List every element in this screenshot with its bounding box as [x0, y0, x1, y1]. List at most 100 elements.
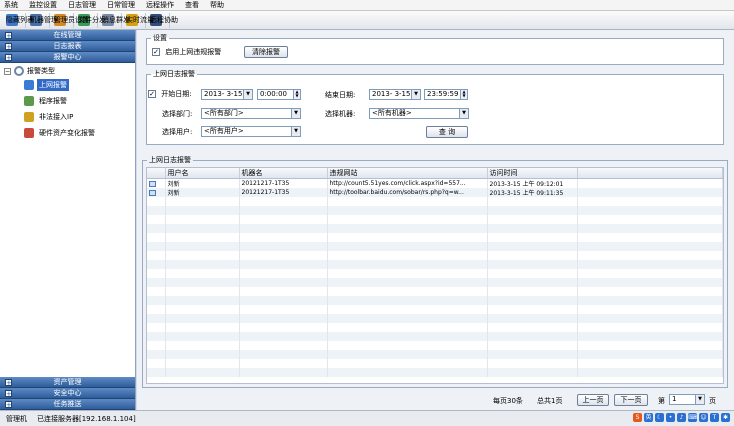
- tools-icon[interactable]: ✱: [721, 413, 730, 422]
- collapse-icon[interactable]: −: [4, 67, 11, 75]
- end-date-picker[interactable]: 2013- 3-15 ▼: [369, 89, 421, 100]
- table-row[interactable]: [147, 278, 723, 287]
- table-row[interactable]: [147, 242, 723, 251]
- table-row[interactable]: [147, 368, 723, 377]
- toolbar-button[interactable]: 机器管理: [28, 12, 58, 28]
- user-icon[interactable]: ☺: [699, 413, 708, 422]
- sidebar-section[interactable]: + 任务推送: [0, 399, 135, 410]
- toolbar-button[interactable]: 消息群发: [100, 12, 130, 28]
- tree-root[interactable]: − 报警类型: [4, 65, 135, 77]
- sidebar-section[interactable]: + 在线管理: [0, 30, 135, 41]
- tree-item[interactable]: 硬件资产变化报警: [4, 125, 135, 141]
- menu-item[interactable]: 监控设置: [29, 0, 57, 10]
- dept-label: 选择部门:: [162, 110, 193, 118]
- menu-item[interactable]: 日志管理: [68, 0, 96, 10]
- sidebar: + 在线管理 + 日志报表 + 报警中心 − 报警类型 上网报警 程序报警 非法接入IP 硬件资…: [0, 30, 136, 410]
- toolbar-button[interactable]: 远程协助: [148, 12, 178, 28]
- table-row[interactable]: [147, 359, 723, 368]
- table-row[interactable]: [147, 224, 723, 233]
- empty-cell: [327, 314, 488, 323]
- prev-page-button[interactable]: 上一页: [577, 394, 609, 406]
- ime-logo-icon[interactable]: S: [633, 413, 642, 422]
- sidebar-section[interactable]: + 资产管理: [0, 377, 135, 388]
- expand-icon[interactable]: +: [5, 390, 12, 398]
- expand-icon[interactable]: +: [5, 401, 12, 409]
- spinner-icon[interactable]: ▲ ▼: [460, 90, 467, 99]
- table-row[interactable]: 刘新 20121217-1T35 http://count5.51yes.com/c…: [147, 178, 723, 188]
- ime-mode-label[interactable]: 英: [644, 413, 653, 422]
- sidebar-section[interactable]: + 日志报表: [0, 41, 135, 52]
- expand-icon[interactable]: +: [5, 379, 12, 387]
- tree-item[interactable]: 上网报警: [4, 77, 135, 93]
- table-row[interactable]: [147, 269, 723, 278]
- tree-item[interactable]: 非法接入IP: [4, 109, 135, 125]
- empty-cell: [327, 197, 488, 206]
- start-date-picker[interactable]: 2013- 3-15 ▼: [201, 89, 253, 100]
- column-header[interactable]: 违规网站: [327, 168, 488, 179]
- menu-item[interactable]: 帮助: [210, 0, 224, 10]
- column-header[interactable]: 用户名: [165, 168, 240, 179]
- empty-cell: [487, 233, 578, 242]
- clear-alarm-button[interactable]: 清除报警: [244, 46, 288, 58]
- table-row[interactable]: [147, 260, 723, 269]
- shirt-icon[interactable]: T: [710, 413, 719, 422]
- table-row[interactable]: [147, 206, 723, 215]
- column-header[interactable]: [147, 168, 166, 179]
- expand-icon[interactable]: +: [5, 43, 12, 51]
- menu-item[interactable]: 日常管理: [107, 0, 135, 10]
- sidebar-section-label: 任务推送: [53, 400, 82, 408]
- enable-alarm-checkbox[interactable]: ✓: [152, 48, 160, 56]
- next-page-button[interactable]: 下一页: [614, 394, 648, 406]
- spinner-icon[interactable]: ▲ ▼: [293, 90, 300, 99]
- empty-cell: [165, 350, 240, 359]
- start-date-row[interactable]: ✓ 开始日期:: [148, 89, 192, 99]
- table-row[interactable]: [147, 215, 723, 224]
- toolbar-button[interactable]: 实时流量: [124, 12, 154, 28]
- tree-item[interactable]: 程序报警: [4, 93, 135, 109]
- column-header[interactable]: 访问时间: [487, 168, 578, 179]
- dept-select[interactable]: <所有部门> ▼: [201, 108, 301, 119]
- table-row[interactable]: [147, 197, 723, 206]
- machine-select[interactable]: <所有机器> ▼: [369, 108, 469, 119]
- menu-item[interactable]: 查看: [185, 0, 199, 10]
- column-header[interactable]: 机器名: [239, 168, 328, 179]
- toolbar-button[interactable]: 管理员设置: [52, 12, 89, 28]
- dropdown-arrow-icon[interactable]: ▼: [411, 90, 420, 99]
- cell-time: 2013-3-15 上午 09:11:35: [487, 188, 578, 197]
- toolbar-button[interactable]: 文件分发: [76, 12, 106, 28]
- table-row[interactable]: [147, 341, 723, 350]
- table-row[interactable]: [147, 314, 723, 323]
- end-time-input[interactable]: 23:59:59 ▲ ▼: [424, 89, 468, 100]
- user-select[interactable]: <所有用户> ▼: [201, 126, 301, 137]
- table-row[interactable]: [147, 305, 723, 314]
- table-row[interactable]: 刘新 20121217-1T35 http://toolbar.baidu.com/…: [147, 188, 723, 197]
- page-select[interactable]: 1 ▼: [669, 394, 705, 405]
- dropdown-arrow-icon[interactable]: ▼: [291, 127, 300, 136]
- table-row[interactable]: [147, 323, 723, 332]
- expand-icon[interactable]: +: [5, 54, 12, 62]
- punctuation-icon[interactable]: •: [666, 413, 675, 422]
- dropdown-arrow-icon[interactable]: ▼: [695, 395, 704, 404]
- expand-icon[interactable]: +: [5, 32, 12, 40]
- menu-item[interactable]: 系统: [4, 0, 18, 10]
- enable-alarm-row[interactable]: ✓ 启用上网违规报警: [152, 47, 221, 57]
- table-row[interactable]: [147, 332, 723, 341]
- moon-icon[interactable]: ☾: [655, 413, 664, 422]
- sidebar-section[interactable]: + 报警中心: [0, 52, 135, 63]
- dropdown-arrow-icon[interactable]: ▼: [243, 90, 252, 99]
- dropdown-arrow-icon[interactable]: ▼: [291, 109, 300, 118]
- table-row[interactable]: [147, 251, 723, 260]
- sidebar-section[interactable]: + 安全中心: [0, 388, 135, 399]
- menu-item[interactable]: 远程操作: [146, 0, 174, 10]
- dropdown-arrow-icon[interactable]: ▼: [459, 109, 468, 118]
- start-date-checkbox[interactable]: ✓: [148, 90, 156, 98]
- keyboard-icon[interactable]: ⌨: [688, 413, 697, 422]
- table-row[interactable]: [147, 350, 723, 359]
- toolbar-button[interactable]: 隐藏列表: [4, 12, 34, 28]
- table-row[interactable]: [147, 296, 723, 305]
- table-row[interactable]: [147, 233, 723, 242]
- table-row[interactable]: [147, 287, 723, 296]
- query-button[interactable]: 查 询: [426, 126, 468, 138]
- microphone-icon[interactable]: ♪: [677, 413, 686, 422]
- start-time-input[interactable]: 0:00:00 ▲ ▼: [257, 89, 301, 100]
